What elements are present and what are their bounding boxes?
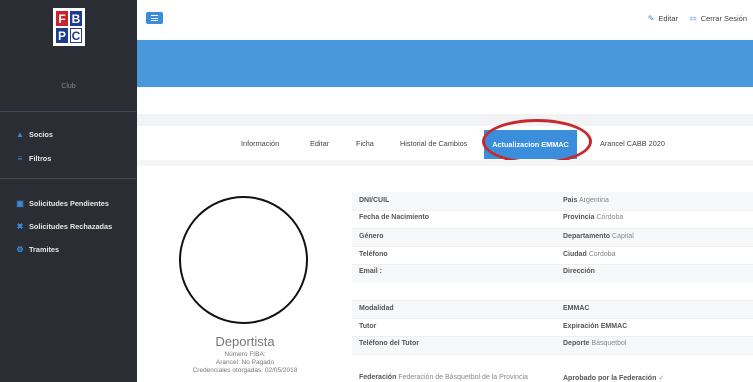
edit-button[interactable]: ✎ Editar [648,14,678,23]
x-icon: ✖ [16,222,24,231]
pencil-icon: ✎ [647,14,655,23]
tab-historial-de-cambios[interactable]: Historial de Cambios [400,139,467,148]
tab-bar: Información Editar Ficha Historial de Ca… [137,126,753,160]
detail-row-band [352,300,753,318]
detail-telefono-tutor: Teléfono del Tutor [359,340,420,347]
top-actions: ✎ Editar ⇰ Cerrar Sesión [648,14,747,23]
check-icon: ✓ [658,375,665,382]
logo-letter-c: C [70,28,82,43]
top-bar: ✎ Editar ⇰ Cerrar Sesión [137,0,753,40]
detail-email: Email : [359,268,382,275]
detail-genero: Género [359,233,384,240]
sidebar-item-filtros[interactable]: ≡ Filtros [16,154,52,163]
edit-label: Editar [658,14,679,23]
sidebar-item-label: Tramites [29,245,60,254]
detail-pais: Pais Argentina [563,197,609,204]
sidebar: F B P C Club ▲ Socios ≡ Filtros ▣ Solici… [0,0,137,382]
detail-departamento: Departamento Capital [563,233,634,240]
inbox-icon: ▣ [16,199,24,208]
menu-toggle-button[interactable] [146,12,163,24]
sidebar-item-label: Solicitudes Rechazadas [29,222,113,231]
sidebar-divider [0,178,137,179]
filter-icon: ≡ [17,154,23,163]
section-separator [137,114,753,126]
detail-ciudad: Ciudad Cordoba [563,251,616,258]
sidebar-divider [0,111,137,112]
profile-role: Deportista [215,334,275,349]
tab-informacion[interactable]: Información [241,139,279,148]
section-separator [137,160,753,166]
detail-row-band [352,264,753,282]
gear-icon: ⚙ [16,245,24,254]
detail-provincia: Provincia Córdoba [563,214,624,221]
user-icon: ▲ [16,130,24,139]
sidebar-item-label: Solicitudes Pendientes [29,199,109,208]
logo-letter-p: P [56,28,68,43]
detail-aprobado-federacion: Aprobado por la Federación ✓ [563,375,665,382]
tab-editar[interactable]: Editar [310,139,329,148]
detail-telefono: Teléfono [359,251,388,258]
detail-deporte: Deporte Básquetbol [563,340,627,347]
highlight-ellipse [482,119,592,164]
detail-fecha-nacimiento: Fecha de Nacimiento [359,214,430,221]
logo-letter-b: B [70,11,82,26]
detail-dni: DNI/CUIL [359,197,390,204]
sidebar-item-solicitudes-rechazadas[interactable]: ✖ Solicitudes Rechazadas [16,222,113,231]
sidebar-item-tramites[interactable]: ⚙ Tramites [16,245,59,254]
detail-expiracion-emmac: Expiración EMMAC [563,323,628,330]
detail-direccion: Dirección [563,268,595,275]
fiba-number: Número FIBA: [224,351,266,358]
sidebar-item-label: Filtros [29,154,52,163]
detail-emmac: EMMAC [563,305,590,312]
sidebar-item-label: Socios [29,130,53,139]
fbpc-logo[interactable]: F B P C [53,8,85,46]
logout-label: Cerrar Sesión [700,14,747,23]
sidebar-item-solicitudes-pendientes[interactable]: ▣ Solicitudes Pendientes [16,199,109,208]
logo-letter-f: F [56,11,68,26]
detail-tutor: Tutor [359,323,377,330]
menu-icon [151,15,158,16]
tab-arancel-cabb-2020[interactable]: Arancel CABB 2020 [600,139,665,148]
detail-row-band [352,192,753,210]
detail-federacion: Federación Federación de Básquetbol de l… [359,374,528,381]
sidebar-item-socios[interactable]: ▲ Socios [16,130,53,139]
tab-ficha[interactable]: Ficha [356,139,374,148]
logout-button[interactable]: ⇰ Cerrar Sesión [690,14,747,23]
header-banner [137,40,753,87]
credentials-date: Credenciales otorgadas: 02/05/2018 [192,367,298,374]
club-label: Club [61,83,76,90]
logout-icon: ⇰ [690,14,697,23]
arancel-status: Arancel: No Pagado [215,359,275,366]
avatar [179,196,308,324]
detail-row-band [352,228,753,246]
detail-modalidad: Modalidad [359,305,394,312]
